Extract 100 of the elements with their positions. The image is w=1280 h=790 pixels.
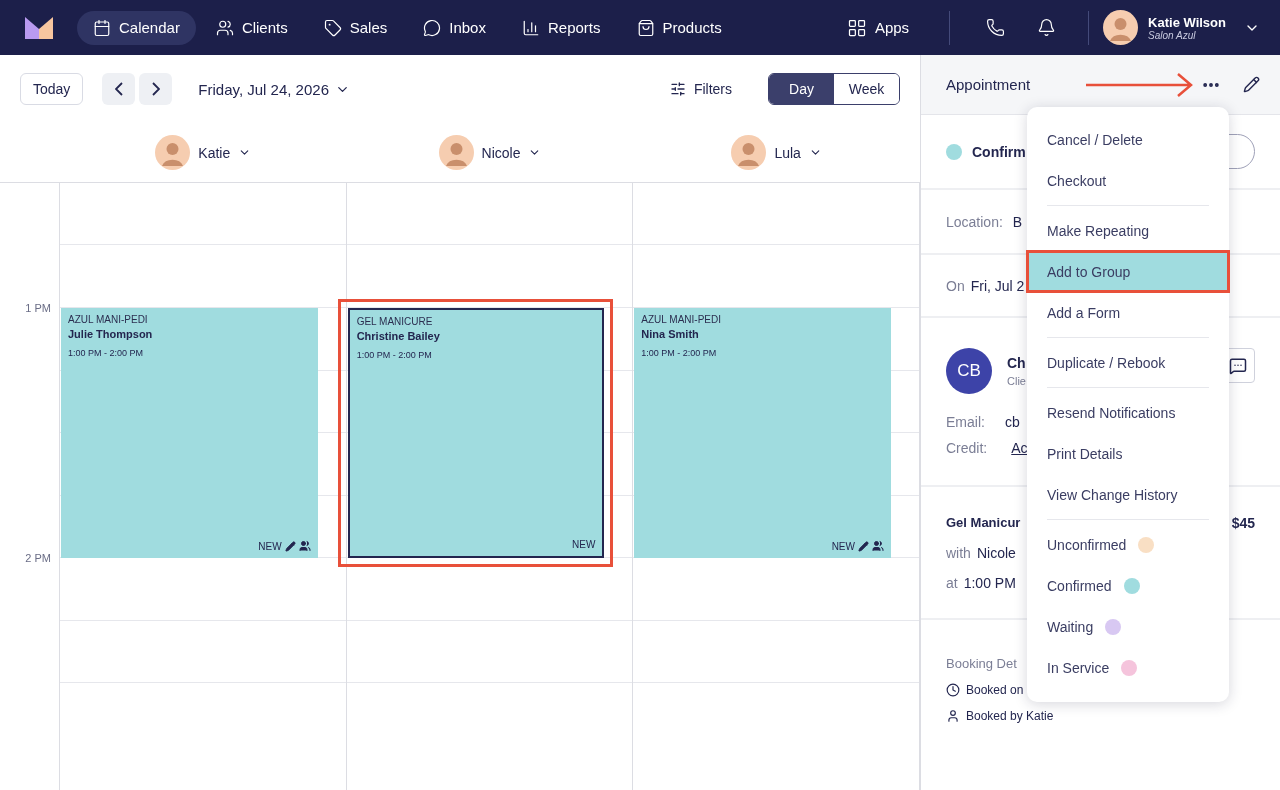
chevron-left-icon [114, 82, 123, 96]
menu-item[interactable]: View Change History [1027, 474, 1229, 515]
menu-item-label: In Service [1047, 659, 1110, 676]
next-button[interactable] [139, 73, 173, 105]
panel-title: Appointment [946, 76, 1031, 93]
time-label: 1 PM [25, 302, 51, 314]
menu-item[interactable]: Confirmed [1027, 565, 1229, 606]
menu-item[interactable]: Make Repeating [1027, 210, 1229, 251]
shopping-bag-icon [636, 18, 655, 37]
location-label: Location: [946, 213, 1003, 230]
menu-item[interactable]: Cancel / Delete [1027, 119, 1229, 160]
bar-chart-icon [521, 18, 540, 37]
client-subtitle: Clie [1007, 374, 1026, 387]
client-name: Ch [1007, 354, 1026, 371]
today-button[interactable]: Today [20, 73, 84, 105]
nav-tab[interactable]: Clients [199, 10, 304, 45]
booked-on-text: Booked on [966, 683, 1024, 697]
chat-bubble-icon [423, 18, 442, 37]
filters-button[interactable]: Filters [663, 80, 738, 98]
credit-label: Credit: [946, 439, 988, 456]
person-icon [946, 709, 960, 723]
menu-item-label: View Change History [1047, 486, 1178, 503]
menu-item[interactable]: Waiting [1027, 606, 1229, 647]
client-name: Christine Bailey [356, 330, 441, 342]
menu-item-label: Make Repeating [1047, 222, 1149, 239]
salon-name: Salon Azul [1148, 29, 1197, 41]
menu-item-label: Confirmed [1047, 577, 1112, 594]
nav-tab[interactable]: Reports [505, 10, 617, 45]
booked-by-text: Booked by Katie [966, 709, 1054, 723]
date-value: Fri, Jul 2 [970, 277, 1025, 294]
email-label: Email: [946, 413, 985, 430]
nav-tab[interactable]: Products [620, 10, 738, 45]
menu-item[interactable]: Resend Notifications [1027, 392, 1229, 433]
clock-icon [946, 683, 960, 697]
appointment-card[interactable]: AZUL MANI-PEDI Nina Smith 1:00 PM - 2:00 PM NEW [634, 308, 891, 558]
appointment-card[interactable]: GEL MANICURE Christine Bailey 1:00 PM - 2:00 PM NEW [347, 308, 605, 558]
staff-avatar [731, 135, 767, 170]
nav-tab[interactable]: Inbox [407, 10, 502, 45]
nav-tab[interactable]: Calendar [77, 10, 196, 45]
location-value: B [1012, 213, 1023, 230]
grid-icon [846, 17, 867, 38]
date-picker[interactable]: Friday, Jul 24, 2026 [192, 79, 356, 99]
calendar-icon [93, 18, 111, 37]
menu-item-label: Add to Group [1047, 263, 1131, 280]
appointment-time: 1:00 PM - 2:00 PM [356, 350, 433, 360]
chevron-right-icon [151, 82, 160, 96]
menu-item[interactable]: Duplicate / Rebook [1027, 342, 1229, 383]
people-icon [215, 18, 234, 37]
menu-item[interactable]: Add a Form [1027, 292, 1229, 333]
menu-item[interactable]: Add to Group [1027, 251, 1229, 292]
menu-item-label: Unconfirmed [1047, 536, 1127, 553]
service-price: $45 [1231, 514, 1255, 531]
user-name: Katie Wilson [1148, 14, 1226, 30]
email-value: cb [1004, 413, 1020, 430]
menu-item-label: Waiting [1047, 618, 1094, 635]
time-label: 2 PM [25, 552, 51, 564]
menu-item-label: Print Details [1047, 445, 1123, 462]
service-name: AZUL MANI-PEDI [68, 314, 149, 325]
apps-button[interactable]: Apps [830, 10, 926, 45]
appointment-time: 1:00 PM - 2:00 PM [68, 348, 145, 358]
credit-link[interactable]: Ac [1011, 439, 1028, 456]
new-label: NEW [572, 539, 596, 550]
start-time: 1:00 PM [963, 574, 1016, 591]
staff-selector[interactable]: Nicole [432, 134, 548, 171]
client-name: Julie Thompson [68, 328, 154, 340]
menu-item-label: Add a Form [1047, 304, 1121, 321]
appointment-time: 1:00 PM - 2:00 PM [641, 348, 718, 358]
at-label: at [946, 574, 958, 591]
date-label: On [946, 277, 965, 294]
menu-item-label: Resend Notifications [1047, 404, 1176, 421]
service-name: AZUL MANI-PEDI [641, 314, 722, 325]
client-name: Nina Smith [641, 328, 700, 340]
sliders-icon [669, 81, 686, 97]
staff-avatar [155, 135, 191, 170]
new-label: NEW [831, 540, 855, 552]
edit-icon[interactable] [1243, 76, 1260, 93]
tag-icon [323, 18, 342, 37]
staff-name: Nicole [976, 544, 1016, 561]
booking-details-heading: Booking Det [946, 656, 1017, 671]
new-label: NEW [258, 540, 282, 552]
service-name: GEL MANICURE [356, 316, 434, 327]
appointment-card[interactable]: AZUL MANI-PEDI Julie Thompson 1:00 PM - 2:00 PM NEW [61, 308, 318, 558]
menu-item[interactable]: Print Details [1027, 433, 1229, 474]
staff-selector[interactable]: Lula [725, 134, 828, 171]
menu-item[interactable]: Checkout [1027, 160, 1229, 201]
menu-item[interactable]: In Service [1027, 647, 1229, 688]
service-name: Gel Manicur [946, 515, 1021, 530]
staff-selector[interactable]: Katie [149, 134, 258, 171]
client-avatar: CB [946, 347, 992, 394]
nav-tab[interactable]: Sales [307, 10, 404, 45]
status-label: Confirm [972, 143, 1026, 160]
chat-icon [1228, 356, 1247, 375]
menu-item[interactable]: Unconfirmed [1027, 524, 1229, 565]
with-label: with [946, 544, 971, 561]
menu-item-label: Cancel / Delete [1047, 131, 1143, 148]
menu-item-label: Duplicate / Rebook [1047, 354, 1166, 371]
view-toggle[interactable]: Day [769, 74, 834, 104]
menu-item-label: Checkout [1047, 172, 1107, 189]
logo-icon[interactable] [25, 16, 53, 39]
previous-button[interactable] [102, 73, 136, 105]
